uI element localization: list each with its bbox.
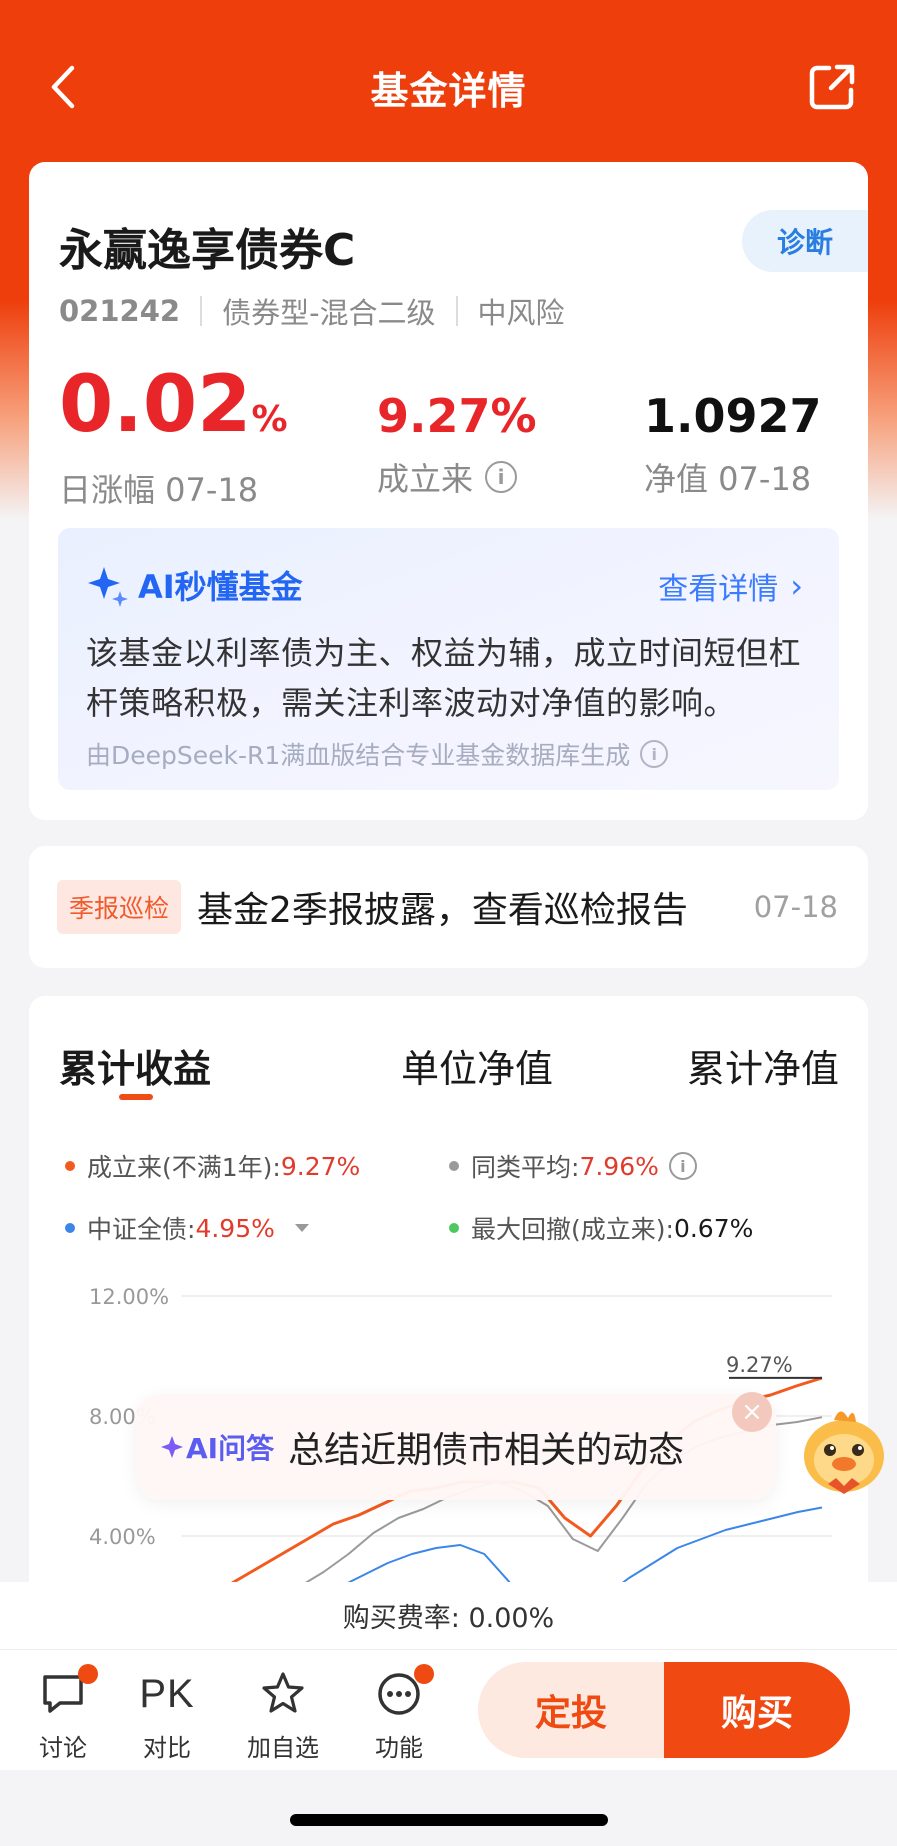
legend-peer: 同类平均: 7.96% i xyxy=(449,1148,697,1184)
legend-value: 0.67% xyxy=(673,1213,754,1243)
legend-dot xyxy=(65,1223,75,1233)
home-indicator[interactable] xyxy=(290,1814,608,1826)
fund-code: 021242 xyxy=(59,294,181,328)
notification-badge xyxy=(414,1664,434,1684)
ai-qa-tag-text: AI问答 xyxy=(186,1432,275,1465)
back-icon[interactable] xyxy=(40,62,90,112)
legend-label: 最大回撤(成立来): xyxy=(471,1215,674,1244)
ai-summary-box[interactable]: AI秒懂基金 查看详情 › 该基金以利率债为主、权益为辅，成立时间短但杠杆策略积… xyxy=(58,528,839,790)
daily-change-unit: % xyxy=(251,399,288,440)
purchase-fee: 购买费率: 0.00% xyxy=(0,1582,897,1650)
functions-label: 功能 xyxy=(375,1734,423,1762)
report-tag: 季报巡检 xyxy=(57,880,182,934)
compare-button[interactable]: PK 对比 xyxy=(122,1666,212,1763)
mascot-icon[interactable] xyxy=(796,1398,892,1498)
nav-value: 1.0927 xyxy=(644,389,822,443)
discuss-button[interactable]: 讨论 xyxy=(18,1664,108,1763)
legend-dot xyxy=(449,1223,459,1233)
fund-type: 债券型-混合二级 xyxy=(222,296,436,330)
ai-summary-footnote: 由DeepSeek-R1满血版结合专业基金数据库生成 i xyxy=(86,736,669,772)
info-icon[interactable]: i xyxy=(485,461,518,493)
discuss-label: 讨论 xyxy=(39,1734,87,1762)
pk-icon: PK xyxy=(139,1671,195,1716)
ai-qa-tag: AI问答 xyxy=(160,1427,274,1467)
sparkle-icon xyxy=(161,1436,183,1458)
fund-meta: 021242 债券型-混合二级 中风险 xyxy=(59,290,565,332)
bottom-action-bar: 讨论 PK 对比 加自选 功能 定投 购买 xyxy=(0,1650,897,1770)
favorite-label: 加自选 xyxy=(247,1734,319,1762)
ai-qa-popup[interactable]: AI问答 总结近期债市相关的动态 xyxy=(136,1394,776,1500)
fund-summary-card: 永赢逸享债券C 诊断 021242 债券型-混合二级 中风险 0.02% 日涨幅… xyxy=(29,162,868,820)
close-icon[interactable]: × xyxy=(732,1392,772,1432)
tab-cumulative-nav[interactable]: 累计净值 xyxy=(687,1038,839,1093)
daily-change-label: 日涨幅 07-18 xyxy=(59,471,259,509)
legend-label: 同类平均: xyxy=(471,1153,580,1182)
legend-fund: 成立来(不满1年): 9.27% xyxy=(65,1148,360,1184)
page-title: 基金详情 xyxy=(370,68,527,113)
compare-label: 对比 xyxy=(143,1734,191,1762)
info-icon[interactable]: i xyxy=(640,740,669,768)
functions-button[interactable]: 功能 xyxy=(354,1664,444,1763)
action-buttons: 定投 购买 xyxy=(478,1662,850,1758)
star-icon xyxy=(262,1672,304,1713)
quarterly-report-row[interactable]: 季报巡检 基金2季报披露，查看巡检报告 07-18 xyxy=(29,846,868,968)
ai-footnote-text: 由DeepSeek-R1满血版结合专业基金数据库生成 xyxy=(86,741,631,770)
nav-label: 净值 07-18 xyxy=(644,460,812,498)
since-inception-value: 9.27% xyxy=(377,389,537,443)
report-text: 基金2季报披露，查看巡检报告 xyxy=(197,890,688,931)
divider xyxy=(200,296,203,326)
fund-risk: 中风险 xyxy=(477,296,565,330)
since-inception-label: 成立来 xyxy=(377,460,474,498)
tab-cumulative-return[interactable]: 累计收益 xyxy=(59,1038,211,1093)
add-favorite-button[interactable]: 加自选 xyxy=(238,1666,328,1763)
legend-label: 成立来(不满1年): xyxy=(87,1153,281,1182)
ai-summary-text: 该基金以利率债为主、权益为辅，成立时间短但杠杆策略积极，需关注利率波动对净值的影… xyxy=(86,634,802,722)
daily-change-value: 0.02 xyxy=(59,360,252,450)
chart-tabs: 累计收益 单位净值 累计净值 xyxy=(59,1038,839,1098)
ai-qa-question: 总结近期债市相关的动态 xyxy=(288,1430,685,1471)
notification-badge xyxy=(78,1664,98,1684)
legend-dot xyxy=(65,1161,75,1171)
nav-stat: 1.0927 净值 07-18 xyxy=(644,384,822,500)
legend-drawdown: 最大回撤(成立来): 0.67% xyxy=(449,1210,753,1246)
y-tick-label: 12.00% xyxy=(89,1285,169,1309)
daily-change-stat: 0.02% 日涨幅 07-18 xyxy=(59,362,288,511)
share-icon[interactable] xyxy=(807,62,857,112)
tab-unit-nav[interactable]: 单位净值 xyxy=(401,1038,553,1093)
legend-value: 7.96% xyxy=(579,1151,659,1181)
divider xyxy=(455,296,458,326)
home-area xyxy=(0,1770,897,1846)
legend-dot xyxy=(449,1161,459,1171)
active-tab-indicator xyxy=(119,1094,153,1100)
info-icon[interactable]: i xyxy=(668,1152,697,1180)
buy-button[interactable]: 购买 xyxy=(664,1662,850,1758)
view-details-link[interactable]: 查看详情 › xyxy=(658,564,803,608)
fund-name: 永赢逸享债券C xyxy=(59,225,356,276)
ai-summary-title: AI秒懂基金 xyxy=(86,562,303,608)
end-value-label: 9.27% xyxy=(726,1353,793,1377)
legend-label: 中证全债: xyxy=(87,1215,196,1244)
ai-summary-title-text: AI秒懂基金 xyxy=(138,568,303,606)
view-details-text: 查看详情 xyxy=(658,572,779,607)
since-inception-stat: 9.27% 成立来 i xyxy=(377,384,537,500)
y-tick-label: 4.00% xyxy=(89,1525,156,1549)
sparkle-icon xyxy=(88,567,128,607)
legend-value: 4.95% xyxy=(195,1213,275,1243)
sip-button[interactable]: 定投 xyxy=(478,1662,664,1758)
legend-index[interactable]: 中证全债: 4.95% xyxy=(65,1210,309,1246)
nav-bar: 基金详情 xyxy=(0,50,897,124)
diagnose-button[interactable]: 诊断 xyxy=(742,210,868,272)
report-date: 07-18 xyxy=(753,890,838,924)
legend-value: 9.27% xyxy=(280,1151,361,1181)
chevron-right-icon: › xyxy=(790,567,803,605)
caret-down-icon[interactable] xyxy=(294,1224,309,1232)
